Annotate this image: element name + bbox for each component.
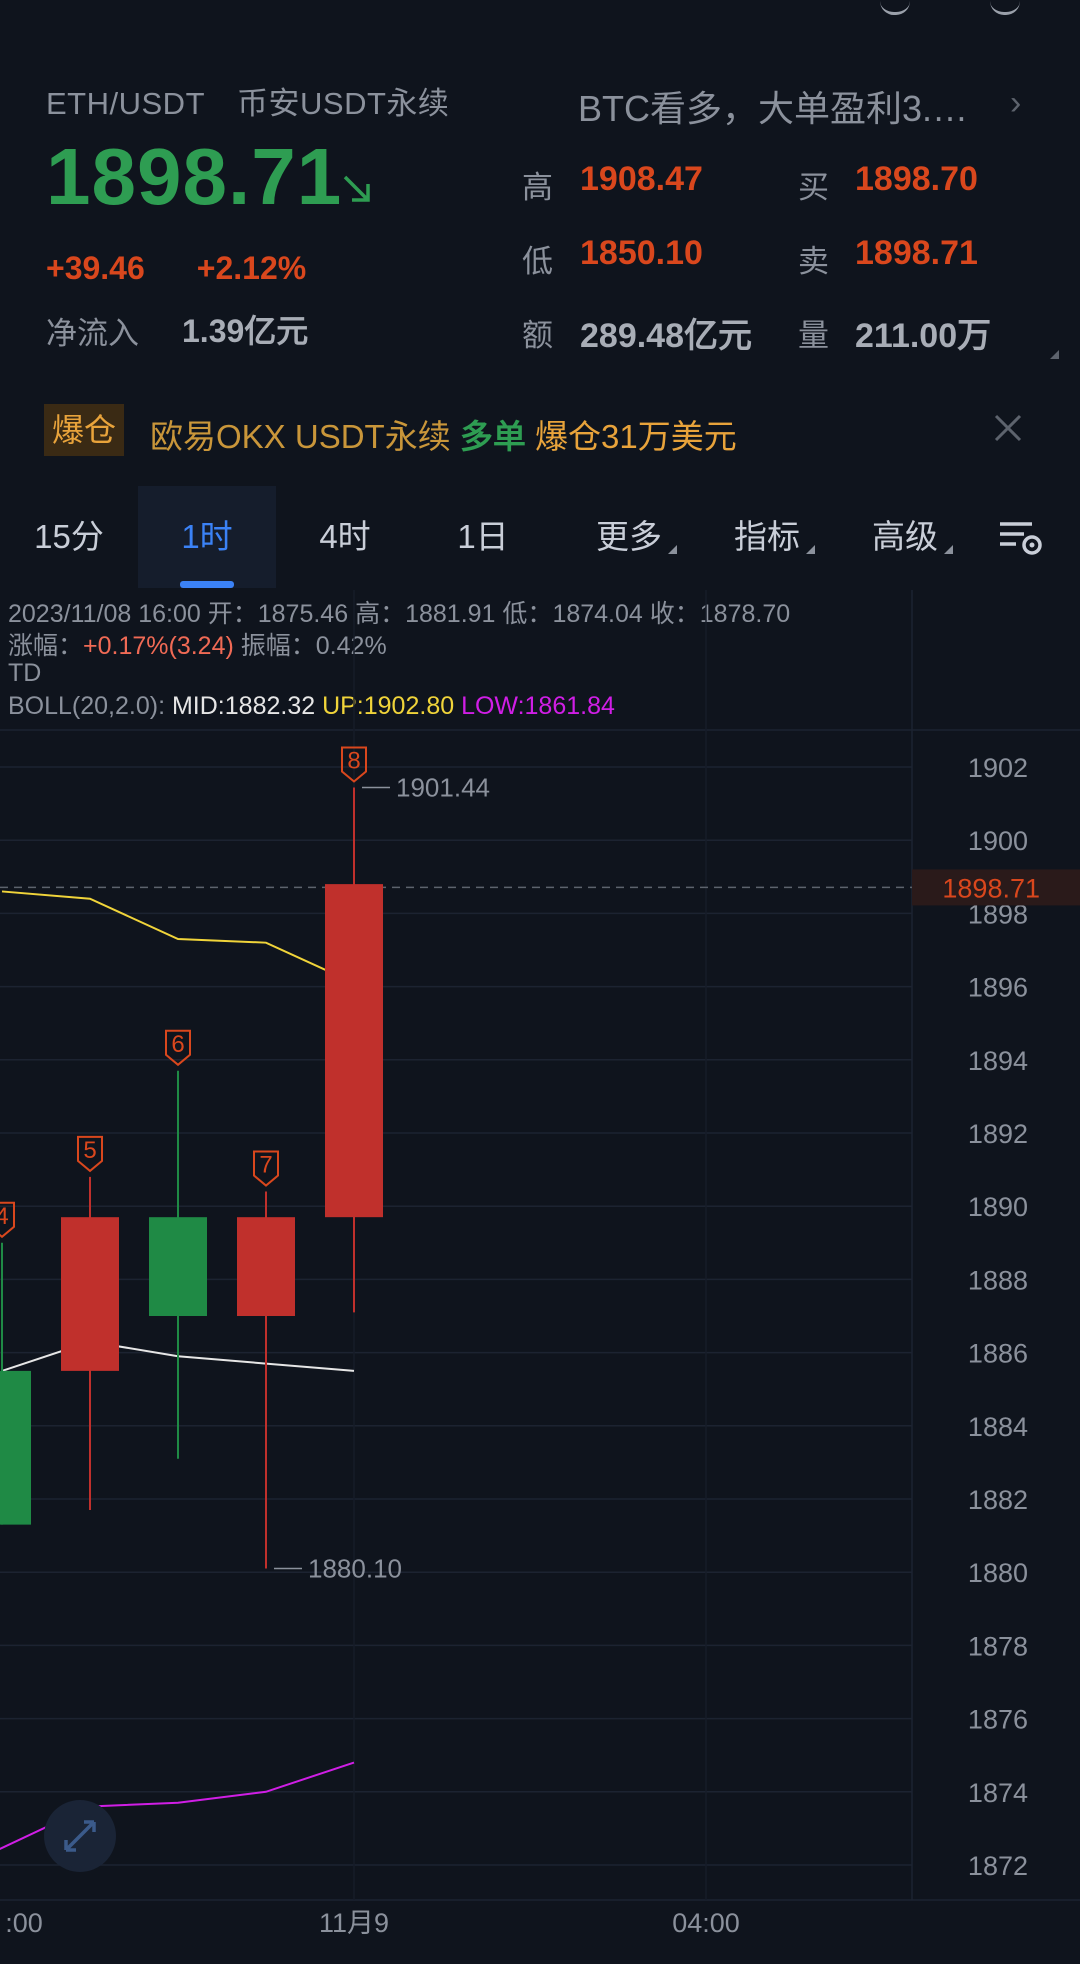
y-tick-label: 1900 (968, 826, 1028, 856)
td-marker: 4 (0, 1201, 15, 1239)
candlestick-chart[interactable]: 1902190018981896189418921890188818861884… (0, 0, 1080, 1964)
y-tick-label: 1894 (968, 1046, 1028, 1076)
price-annotation: 1901.44 (396, 772, 490, 802)
price-annotation: 1880.10 (308, 1554, 402, 1584)
x-tick-label: 04:00 (672, 1908, 740, 1938)
y-tick-label: 1896 (968, 973, 1028, 1003)
td-marker-label: 7 (259, 1152, 272, 1179)
y-tick-label: 1902 (968, 753, 1028, 783)
y-tick-label: 1886 (968, 1339, 1028, 1369)
expand-icon (64, 1820, 96, 1852)
td-marker: 7 (253, 1150, 279, 1187)
candle-body (325, 884, 383, 1218)
y-tick-label: 1892 (968, 1119, 1028, 1149)
y-tick-label: 1872 (968, 1851, 1028, 1881)
y-tick-label: 1878 (968, 1631, 1028, 1661)
td-marker-label: 5 (83, 1137, 96, 1164)
y-tick-label: 1890 (968, 1192, 1028, 1222)
expand-button[interactable] (44, 1800, 116, 1872)
y-tick-label: 1882 (968, 1485, 1028, 1515)
candle-body (149, 1217, 207, 1316)
y-tick-label: 1880 (968, 1558, 1028, 1588)
x-tick-label: 11月9 (319, 1908, 389, 1938)
candle-body (0, 1370, 31, 1525)
y-tick-label: 1888 (968, 1265, 1028, 1295)
x-tick-label: :00 (5, 1908, 43, 1938)
td-marker-label: 8 (347, 747, 360, 774)
boll-up-line (1, 890, 355, 984)
y-tick-label: 1876 (968, 1705, 1028, 1735)
y-tick-label: 1884 (968, 1412, 1028, 1442)
td-marker: 5 (77, 1135, 103, 1173)
current-price-label: 1898.71 (942, 873, 1040, 903)
td-marker-label: 6 (171, 1031, 184, 1058)
candle-body (237, 1217, 295, 1316)
candle-body (61, 1217, 119, 1371)
y-tick-label: 1874 (968, 1778, 1028, 1808)
td-marker-label: 4 (0, 1203, 9, 1230)
